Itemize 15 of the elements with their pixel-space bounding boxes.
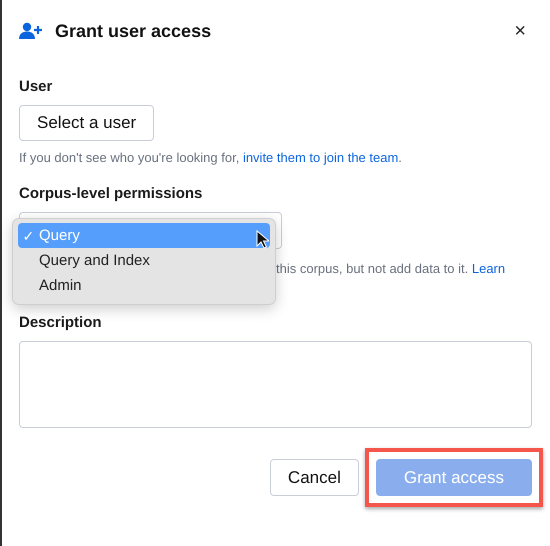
cancel-button[interactable]: Cancel xyxy=(270,459,359,496)
learn-link[interactable]: Learn xyxy=(472,261,506,276)
permissions-label: Corpus-level permissions xyxy=(19,185,204,202)
user-label: User xyxy=(19,78,54,95)
description-label: Description xyxy=(19,314,103,331)
dialog-title: Grant user access xyxy=(55,20,212,42)
close-button[interactable]: × xyxy=(508,20,532,42)
menu-option[interactable]: Admin xyxy=(18,273,270,298)
invite-link[interactable]: invite them to join the team xyxy=(242,150,398,165)
mouse-cursor-icon xyxy=(256,230,269,249)
add-user-icon xyxy=(19,22,43,40)
menu-option[interactable]: Query and Index xyxy=(18,248,270,273)
description-field[interactable] xyxy=(19,341,532,428)
help-text: If you don't see who you're looking for, invite them to join the team. xyxy=(19,150,403,165)
select-user-button[interactable]: Select a user xyxy=(19,105,154,141)
